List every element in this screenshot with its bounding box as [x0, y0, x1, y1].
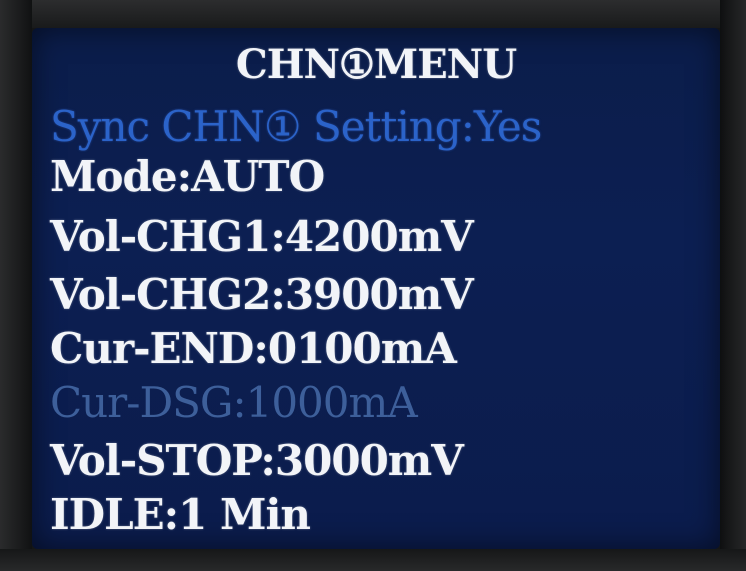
device-bezel-top	[0, 0, 746, 28]
menu-item-cur-end[interactable]: Cur-END:0100mA	[50, 326, 457, 372]
menu-item-idle[interactable]: IDLE:1 Min	[50, 492, 311, 538]
menu-item-vol-chg2[interactable]: Vol-CHG2:3900mV	[50, 272, 474, 318]
menu-item-cur-dsg[interactable]: Cur-DSG:1000mA	[50, 380, 418, 426]
device-bezel-bottom	[0, 549, 746, 571]
menu-item-vol-chg1[interactable]: Vol-CHG1:4200mV	[50, 214, 474, 260]
device-bezel-left	[0, 0, 32, 571]
menu-item-mode[interactable]: Mode:AUTO	[50, 154, 325, 200]
menu-item-sync-setting[interactable]: Sync CHN① Setting:Yes	[50, 104, 542, 150]
menu-item-vol-stop[interactable]: Vol-STOP:3000mV	[50, 438, 464, 484]
menu-title: CHN①MENU	[235, 41, 517, 88]
lcd-screen: CHN①MENU Sync CHN① Setting:Yes Mode:AUTO…	[32, 28, 720, 549]
device-bezel-right	[720, 0, 746, 571]
